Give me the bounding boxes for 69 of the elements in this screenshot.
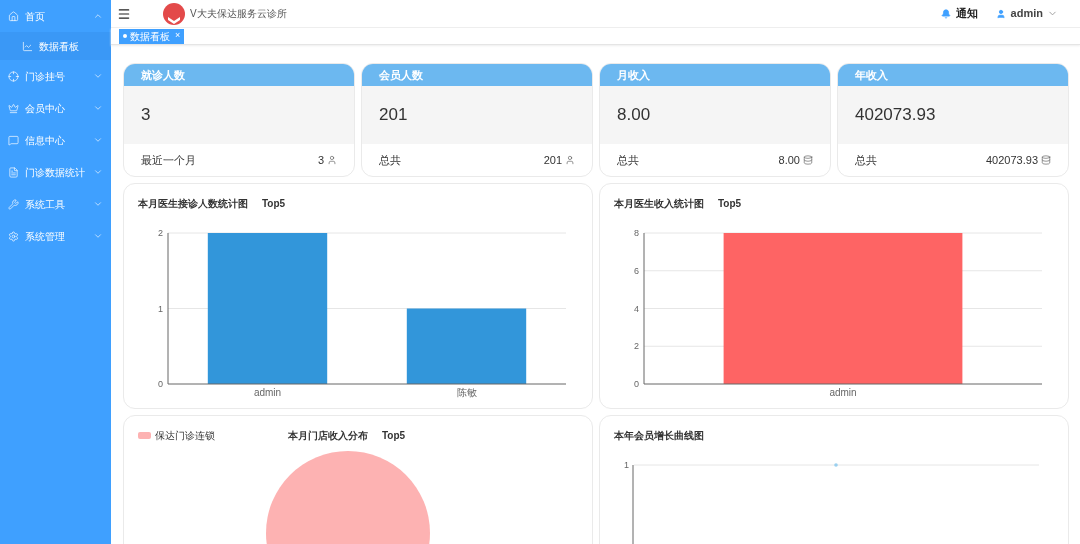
message-icon bbox=[8, 134, 19, 146]
target-icon bbox=[8, 70, 19, 82]
chart-title: 本月门店收入分布 Top5 bbox=[288, 429, 406, 443]
legend-label: 保达门诊连锁 bbox=[155, 429, 215, 443]
page-tab[interactable]: 数据看板 × bbox=[119, 28, 185, 44]
settings-icon bbox=[8, 230, 19, 242]
axis-tick-label: 8 bbox=[634, 228, 639, 238]
sidebar-item[interactable]: 门诊挂号 bbox=[0, 60, 111, 92]
stat-footer-label: 最近一个月 bbox=[141, 152, 197, 168]
sidebar-item[interactable]: 首页 bbox=[0, 0, 111, 32]
stat-value: 8.00 bbox=[617, 104, 651, 127]
stat-footer-value: 3 bbox=[317, 152, 324, 168]
axis-tick-label: 0 bbox=[634, 379, 639, 389]
sidebar-item[interactable]: 信息中心 bbox=[0, 124, 111, 156]
chevron-icon bbox=[93, 199, 103, 209]
chevron-icon bbox=[93, 231, 103, 241]
notification-link[interactable]: 通知 bbox=[955, 5, 978, 22]
stat-footer-label: 总共 bbox=[855, 152, 878, 168]
axis-category-label: 陈敏 bbox=[456, 387, 477, 398]
stat-value: 201 bbox=[379, 104, 408, 127]
axis-category-label: admin bbox=[829, 387, 857, 398]
user-icon bbox=[327, 155, 337, 165]
bell-icon[interactable] bbox=[940, 8, 951, 19]
sidebar-item[interactable]: 门诊数据统计 bbox=[0, 156, 111, 188]
stat-footer-value: 8.00 bbox=[778, 152, 800, 168]
axis-tick-label: 2 bbox=[634, 341, 639, 352]
wrench-icon bbox=[8, 198, 19, 210]
app-title: V大夫保达服务云诊所 bbox=[190, 7, 288, 21]
axis-tick-label: 6 bbox=[634, 265, 639, 276]
user-icon bbox=[565, 155, 575, 165]
database-icon bbox=[1041, 155, 1051, 165]
data-point bbox=[834, 463, 838, 467]
stat-value: 402073.93 bbox=[855, 104, 936, 127]
sidebar-item[interactable]: 会员中心 bbox=[0, 92, 111, 124]
chart-title: 本月医生接诊人数统计图 Top5 bbox=[138, 197, 287, 211]
axis-tick-label: 0 bbox=[158, 379, 163, 389]
axis-tick-label: 4 bbox=[634, 303, 639, 314]
user-menu[interactable]: admin bbox=[1010, 5, 1043, 22]
stat-title: 就诊人数 bbox=[141, 67, 185, 83]
home-icon bbox=[8, 10, 19, 22]
chevron-icon bbox=[93, 103, 103, 113]
stat-title: 会员人数 bbox=[379, 67, 423, 83]
menu-icon[interactable] bbox=[117, 6, 131, 21]
stat-footer-value: 402073.93 bbox=[986, 152, 1038, 168]
sidebar-subitem[interactable]: 数据看板 bbox=[0, 32, 111, 60]
document-icon bbox=[8, 166, 19, 178]
stat-value: 3 bbox=[141, 104, 151, 127]
chart-title: 本年会员增长曲线图 bbox=[614, 429, 705, 443]
stat-footer-label: 总共 bbox=[379, 152, 402, 168]
stat-title: 月收入 bbox=[617, 67, 650, 83]
chart-title: 本月医生收入统计图 Top5 bbox=[614, 197, 743, 211]
user-icon bbox=[995, 8, 1006, 19]
chevron-icon bbox=[93, 135, 103, 145]
close-icon[interactable]: × bbox=[175, 29, 181, 43]
sidebar-item[interactable]: 系统管理 bbox=[0, 220, 111, 252]
stat-footer-label: 总共 bbox=[617, 152, 640, 168]
axis-tick-label: 1 bbox=[624, 460, 629, 470]
crown-icon bbox=[8, 102, 19, 114]
axis-category-label: admin bbox=[253, 387, 282, 398]
stat-title: 年收入 bbox=[855, 67, 888, 83]
chevron-icon bbox=[93, 167, 103, 177]
sidebar-item[interactable]: 系统工具 bbox=[0, 188, 111, 220]
axis-tick-label: 1 bbox=[158, 303, 163, 314]
chevron-icon bbox=[93, 11, 103, 21]
axis-tick-label: 2 bbox=[158, 228, 163, 238]
database-icon bbox=[803, 155, 813, 165]
chart-icon bbox=[22, 40, 33, 52]
chevron-icon bbox=[93, 71, 103, 81]
stat-footer-value: 201 bbox=[543, 152, 562, 168]
